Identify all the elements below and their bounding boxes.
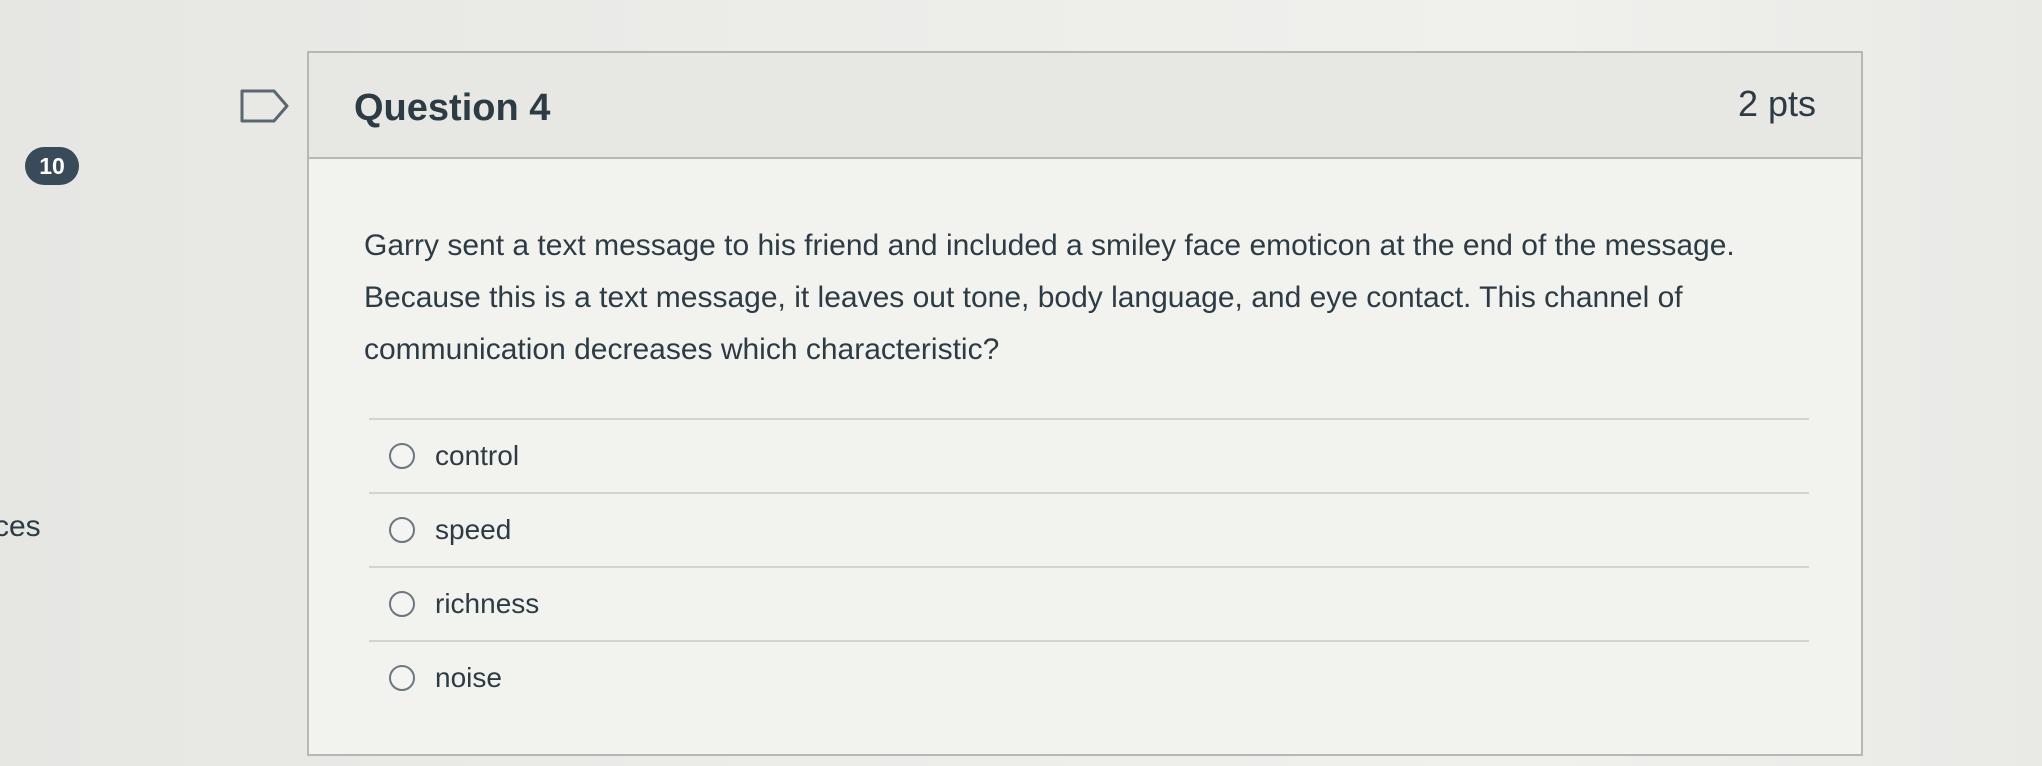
answer-label[interactable]: control	[435, 440, 519, 472]
answer-option-control[interactable]: control	[369, 418, 1809, 492]
answer-label[interactable]: noise	[435, 662, 502, 694]
answer-label[interactable]: richness	[435, 588, 539, 620]
radio-button[interactable]	[389, 517, 415, 543]
question-card: Question 4 2 pts Garry sent a text messa…	[307, 51, 1863, 756]
question-points: 2 pts	[1737, 83, 1816, 124]
question-title: Question 4	[354, 87, 551, 129]
radio-button[interactable]	[389, 665, 415, 691]
question-header: Question 4 2 pts	[309, 53, 1861, 159]
flag-icon[interactable]	[240, 88, 290, 124]
radio-button[interactable]	[389, 591, 415, 617]
answer-option-noise[interactable]: noise	[369, 640, 1809, 714]
sidebar-text-fragment[interactable]: ces	[0, 510, 41, 544]
radio-button[interactable]	[389, 443, 415, 469]
question-number-badge[interactable]: 10	[25, 147, 79, 185]
question-text: Garry sent a text message to his friend …	[364, 229, 1735, 366]
badge-label: 10	[39, 152, 65, 179]
answer-option-speed[interactable]: speed	[369, 492, 1809, 566]
answer-option-richness[interactable]: richness	[369, 566, 1809, 640]
answer-list: control speed richness noise	[369, 418, 1809, 714]
answer-label[interactable]: speed	[435, 514, 511, 546]
